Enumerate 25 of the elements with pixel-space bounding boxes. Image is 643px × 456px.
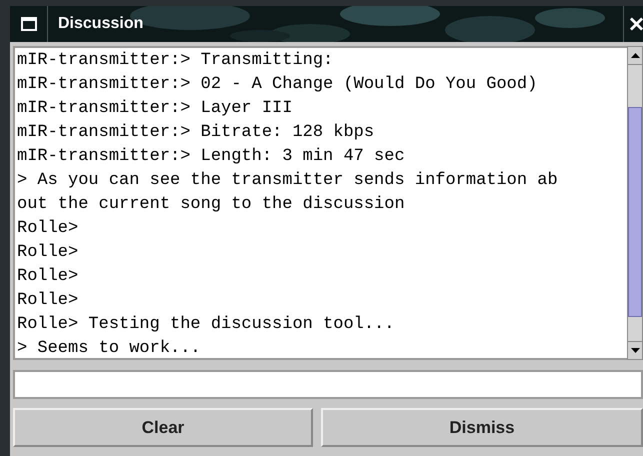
window-title: Discussion: [58, 14, 144, 34]
scrollbar[interactable]: [627, 46, 643, 360]
dialog-button[interactable]: Clear: [13, 408, 313, 447]
scroll-down-button[interactable]: [628, 341, 642, 359]
up-arrow-icon: [630, 53, 640, 58]
dialog-button[interactable]: Dismiss: [321, 408, 643, 447]
log-line: mIR-transmitter:> 02 - A Change (Would Do You Good): [17, 74, 538, 96]
down-arrow-icon: [630, 348, 640, 353]
log-line: Rolle>: [17, 266, 80, 288]
log-line: Rolle>: [17, 290, 80, 312]
log-line: Rolle> Testing the discussion tool...: [17, 314, 396, 336]
log-line: mIR-transmitter:> Transmitting:: [17, 50, 334, 72]
close-icon[interactable]: [630, 17, 643, 31]
log-line: > Seems to work...: [17, 338, 202, 358]
log-line: mIR-transmitter:> Bitrate: 128 kbps: [17, 122, 376, 144]
scroll-thumb[interactable]: [628, 107, 642, 317]
log-line: Rolle>: [17, 218, 80, 240]
scroll-up-button[interactable]: [628, 47, 642, 65]
window-icon[interactable]: [20, 17, 36, 31]
message-input[interactable]: [13, 370, 643, 399]
log-line: out the current song to the discussion: [17, 194, 406, 216]
log-line: mIR-transmitter:> Length: 3 min 47 sec: [17, 146, 406, 168]
log-line: mIR-transmitter:> Layer III: [17, 98, 294, 120]
log-line: > As you can see the transmitter sends information ab: [17, 170, 559, 192]
log-line: Rolle>: [17, 242, 80, 264]
